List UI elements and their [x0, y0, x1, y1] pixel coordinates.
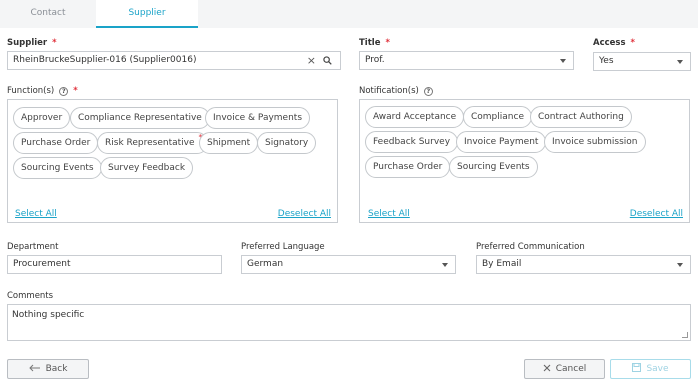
notifications-label: Notification(s)?: [359, 86, 433, 96]
tab-bar: Contact Supplier: [0, 0, 698, 28]
functions-panel: Approver Compliance Representative Invoi…: [7, 99, 338, 223]
tab-contact[interactable]: Contact: [0, 0, 96, 28]
preferred-language-label: Preferred Language: [241, 242, 325, 252]
title-value: Prof.: [365, 55, 385, 65]
notification-chip[interactable]: Award Acceptance: [365, 106, 465, 128]
cancel-button[interactable]: Cancel: [524, 359, 605, 379]
chevron-down-icon: [677, 60, 683, 64]
supplier-label: Supplier *: [7, 38, 57, 48]
preferred-language-value: German: [247, 259, 284, 269]
functions-select-all-link[interactable]: Select All: [15, 209, 57, 219]
search-icon[interactable]: [323, 56, 332, 65]
clear-icon[interactable]: ×: [307, 52, 316, 69]
save-button-label: Save: [646, 364, 669, 374]
access-value: Yes: [599, 56, 614, 66]
function-chip[interactable]: Invoice & Payments: [205, 107, 311, 129]
notification-chip[interactable]: Sourcing Events: [449, 156, 538, 178]
chevron-down-icon: [442, 263, 448, 267]
function-chip[interactable]: Signatory: [257, 132, 317, 154]
chevron-down-icon: [677, 263, 683, 267]
function-chip[interactable]: Shipment: [199, 132, 259, 154]
save-button[interactable]: Save: [610, 359, 691, 379]
notification-chip[interactable]: Feedback Survey: [365, 131, 459, 153]
function-chip[interactable]: Survey Feedback: [100, 157, 194, 179]
supplier-field[interactable]: RheinBruckeSupplier-016 (Supplier0016) ×: [7, 51, 341, 70]
save-icon: [632, 363, 642, 372]
close-icon: [543, 364, 551, 372]
info-icon[interactable]: ?: [423, 87, 433, 96]
access-select[interactable]: Yes: [593, 52, 691, 71]
notification-chip[interactable]: Purchase Order: [365, 156, 451, 178]
access-label: Access *: [593, 38, 635, 48]
function-chip[interactable]: Risk Representative*: [97, 132, 208, 154]
required-marker: *: [52, 38, 57, 48]
department-value: Procurement: [13, 259, 71, 269]
comments-value: Nothing specific: [12, 310, 85, 320]
back-button-label: Back: [45, 364, 68, 374]
function-chip[interactable]: Compliance Representative: [70, 107, 210, 129]
comments-textarea[interactable]: Nothing specific: [7, 304, 691, 341]
function-chip[interactable]: Sourcing Events: [13, 157, 102, 179]
title-label: Title *: [359, 38, 390, 48]
notifications-select-all-link[interactable]: Select All: [368, 209, 410, 219]
notification-chip[interactable]: Invoice Payment: [456, 131, 547, 153]
notifications-panel: Award Acceptance Compliance Contract Aut…: [359, 99, 690, 223]
arrow-left-icon: [28, 364, 40, 372]
preferred-language-select[interactable]: German: [241, 255, 456, 274]
required-marker: *: [385, 38, 390, 48]
notification-chip[interactable]: Invoice submission: [544, 131, 646, 153]
notification-chip[interactable]: Compliance: [463, 106, 532, 128]
notifications-deselect-all-link[interactable]: Deselect All: [630, 209, 683, 219]
department-field[interactable]: Procurement: [7, 255, 222, 274]
supplier-value: RheinBruckeSupplier-016 (Supplier0016): [13, 55, 197, 65]
chip-label: Risk Representative: [105, 138, 195, 148]
notification-chip[interactable]: Contract Authoring: [530, 106, 632, 128]
cancel-button-label: Cancel: [555, 364, 587, 374]
title-select[interactable]: Prof.: [359, 51, 574, 70]
function-chip[interactable]: Purchase Order: [13, 132, 99, 154]
required-marker: *: [73, 86, 78, 96]
preferred-communication-value: By Email: [482, 259, 522, 269]
preferred-communication-label: Preferred Communication: [476, 242, 585, 252]
functions-label: Function(s)? *: [7, 86, 78, 96]
back-button[interactable]: Back: [7, 359, 89, 379]
required-marker: *: [630, 38, 635, 48]
comments-label: Comments: [7, 291, 54, 301]
info-icon[interactable]: ?: [59, 87, 69, 96]
tab-supplier[interactable]: Supplier: [96, 0, 198, 28]
resize-handle-icon[interactable]: [682, 332, 688, 338]
chevron-down-icon: [560, 59, 566, 63]
function-chip[interactable]: Approver: [13, 107, 71, 129]
preferred-communication-select[interactable]: By Email: [476, 255, 691, 274]
functions-deselect-all-link[interactable]: Deselect All: [278, 209, 331, 219]
department-label: Department: [7, 242, 59, 252]
